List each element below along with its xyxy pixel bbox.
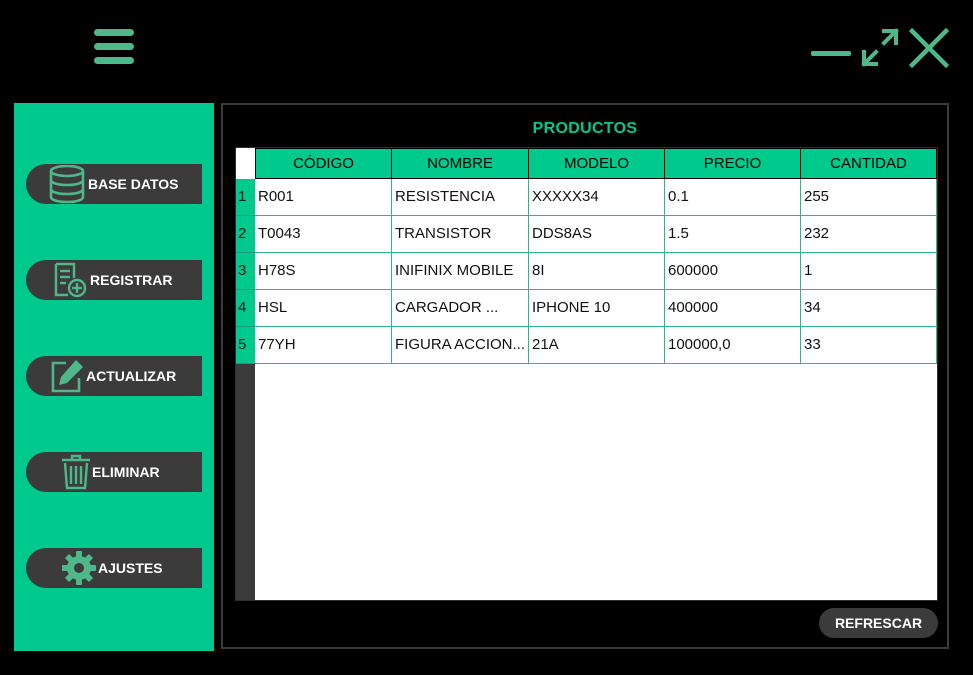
table-cell-cantidad[interactable]: 34 — [801, 290, 937, 327]
maximize-button[interactable] — [860, 28, 900, 68]
products-table[interactable]: CÓDIGO NOMBRE MODELO PRECIO CANTIDAD 1 R… — [235, 147, 938, 601]
sidebar-item-ajustes[interactable]: AJUSTES — [26, 548, 202, 588]
table-cell-cantidad[interactable]: 255 — [801, 179, 937, 216]
column-header-codigo[interactable]: CÓDIGO — [255, 148, 392, 179]
row-header[interactable]: 1 — [236, 179, 255, 216]
table-cell-modelo[interactable]: 8I — [529, 253, 665, 290]
table-cell-cantidad[interactable]: 1 — [801, 253, 937, 290]
hamburger-bar — [94, 43, 134, 50]
table-cell-precio[interactable]: 400000 — [665, 290, 801, 327]
sidebar-item-label: ELIMINAR — [92, 464, 160, 480]
table-cell-modelo[interactable]: DDS8AS — [529, 216, 665, 253]
refresh-button[interactable]: REFRESCAR — [819, 608, 938, 638]
table-cell-precio[interactable]: 600000 — [665, 253, 801, 290]
sidebar-item-label: ACTUALIZAR — [86, 368, 177, 384]
column-header-modelo[interactable]: MODELO — [528, 148, 665, 179]
hamburger-menu-icon[interactable] — [94, 28, 134, 66]
table-cell-precio[interactable]: 100000,0 — [665, 327, 801, 364]
row-header[interactable]: 5 — [236, 327, 255, 364]
column-header-cantidad[interactable]: CANTIDAD — [800, 148, 937, 179]
table-cell-codigo[interactable]: R001 — [255, 179, 392, 216]
table-cell-modelo[interactable]: IPHONE 10 — [529, 290, 665, 327]
hamburger-bar — [94, 29, 134, 36]
sidebar-item-label: REGISTRAR — [90, 272, 173, 288]
table-cell-codigo[interactable]: H78S — [255, 253, 392, 290]
table-cell-modelo[interactable]: XXXXX34 — [529, 179, 665, 216]
table-cell-modelo[interactable]: 21A — [529, 327, 665, 364]
expand-arrows-icon — [861, 28, 899, 67]
row-header[interactable]: 2 — [236, 216, 255, 253]
document-add-icon — [50, 260, 90, 300]
table-cell-nombre[interactable]: FIGURA ACCION... — [392, 327, 529, 364]
table-cell-nombre[interactable]: INIFINIX MOBILE — [392, 253, 529, 290]
table-cell-precio[interactable]: 1.5 — [665, 216, 801, 253]
sidebar-item-label: BASE DATOS — [88, 176, 179, 192]
close-button[interactable] — [908, 27, 950, 69]
minimize-button[interactable] — [811, 44, 851, 56]
products-panel: PRODUCTOS CÓDIGO NOMBRE MODELO PRECIO CA… — [221, 103, 949, 649]
gear-icon — [60, 548, 98, 588]
table-cell-codigo[interactable]: HSL — [255, 290, 392, 327]
edit-icon — [48, 356, 86, 396]
row-header[interactable]: 3 — [236, 253, 255, 290]
sidebar-item-base-datos[interactable]: BASE DATOS — [26, 164, 202, 204]
sidebar-item-actualizar[interactable]: ACTUALIZAR — [26, 356, 202, 396]
sidebar-item-eliminar[interactable]: ELIMINAR — [26, 452, 202, 492]
trash-icon — [60, 452, 92, 492]
table-cell-nombre[interactable]: TRANSISTOR — [392, 216, 529, 253]
sidebar: BASE DATOS REGISTRAR ACTUALIZAR ELIMINAR… — [14, 103, 214, 651]
sidebar-item-registrar[interactable]: REGISTRAR — [26, 260, 202, 300]
table-cell-codigo[interactable]: 77YH — [255, 327, 392, 364]
row-header[interactable]: 4 — [236, 290, 255, 327]
table-cell-nombre[interactable]: CARGADOR ... — [392, 290, 529, 327]
table-cell-precio[interactable]: 0.1 — [665, 179, 801, 216]
table-cell-cantidad[interactable]: 232 — [801, 216, 937, 253]
table-cell-nombre[interactable]: RESISTENCIA — [392, 179, 529, 216]
hamburger-bar — [94, 57, 134, 64]
table-cell-codigo[interactable]: T0043 — [255, 216, 392, 253]
table-cell-cantidad[interactable]: 33 — [801, 327, 937, 364]
sidebar-item-label: AJUSTES — [98, 560, 163, 576]
column-header-nombre[interactable]: NOMBRE — [391, 148, 529, 179]
close-x-icon — [908, 27, 950, 69]
minimize-icon — [811, 51, 851, 56]
table-corner — [236, 148, 255, 179]
database-icon — [46, 164, 88, 204]
column-header-precio[interactable]: PRECIO — [664, 148, 801, 179]
page-title: PRODUCTOS — [532, 120, 638, 137]
